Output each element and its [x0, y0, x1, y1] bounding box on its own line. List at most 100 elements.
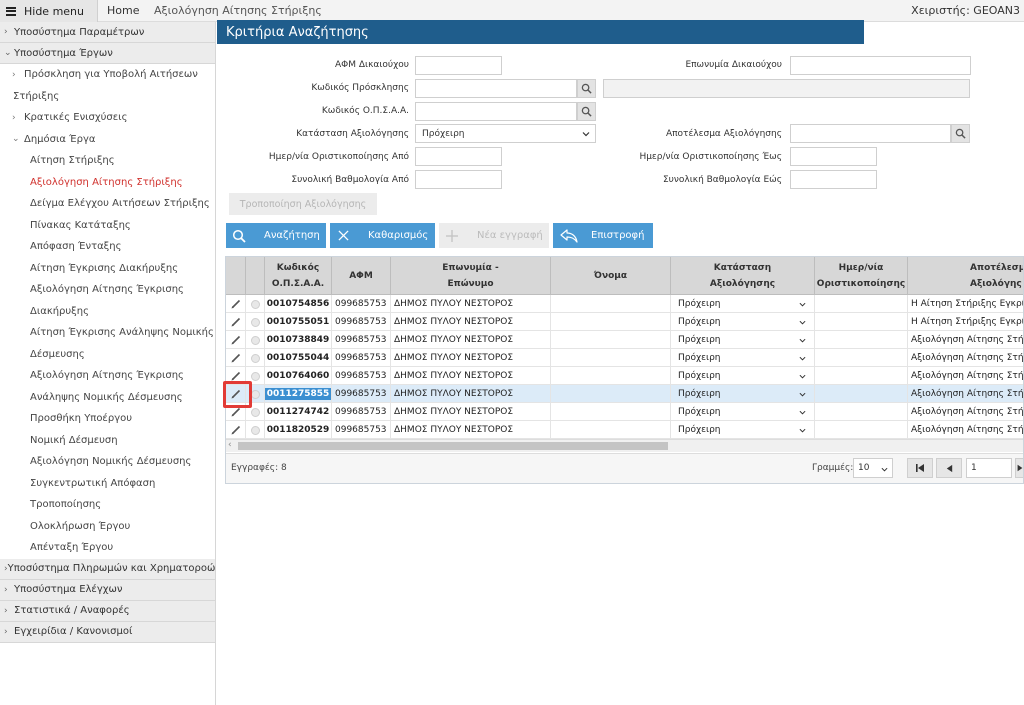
row-select-radio[interactable] — [246, 421, 265, 439]
row-edit-button[interactable] — [226, 349, 246, 367]
header-status[interactable]: Κατάσταση Αξιολόγησης — [671, 257, 815, 295]
sidebar-leaf-legal-approval-evaluation[interactable]: Αξιολόγηση Αίτησης Έγκρισης — [0, 365, 215, 387]
evaluation-status-select[interactable]: Πρόχειρη — [415, 124, 596, 143]
header-code[interactable]: Κωδικός Ο.Π.Σ.Α.Α. — [265, 257, 332, 295]
table-row[interactable]: 0010755044 099685753 ΔΗΜΟΣ ΠΥΛΟΥ ΝΕΣΤΟΡΟΣ Π… — [226, 349, 1023, 367]
pencil-icon — [231, 353, 240, 363]
row-status-select[interactable]: Πρόχειρη — [675, 331, 811, 349]
table-row[interactable]: 0010754856 099685753 ΔΗΜΟΣ ΠΥΛΟΥ ΝΕΣΤΟΡΟΣ Π… — [226, 295, 1023, 313]
sidebar-section-payments[interactable]: › Υποσύστημα Πληρωμών και Χρηματοροών — [0, 558, 215, 580]
row-status-select[interactable]: Πρόχειρη — [675, 367, 811, 385]
finalization-date-to-input[interactable] — [790, 147, 877, 166]
opsaa-code-input[interactable] — [415, 102, 577, 121]
afm-input[interactable] — [415, 56, 502, 75]
page-number-input[interactable]: 1 — [966, 458, 1012, 478]
sidebar-leaf-project-completion[interactable]: Ολοκλήρωση Έργου — [0, 516, 215, 538]
row-select-radio[interactable] — [246, 331, 265, 349]
row-select-radio[interactable] — [246, 295, 265, 313]
finalization-date-from-input[interactable] — [415, 147, 502, 166]
header-name[interactable]: Όνομα — [551, 257, 671, 295]
table-row[interactable]: 0010738849 099685753 ΔΗΜΟΣ ΠΥΛΟΥ ΝΕΣΤΟΡΟΣ Π… — [226, 331, 1023, 349]
sidebar-leaf-support-evaluation[interactable]: Αξιολόγηση Αίτησης Στήριξης — [0, 172, 215, 194]
row-edit-button[interactable] — [226, 295, 246, 313]
sidebar-section-params[interactable]: › Υποσύστημα Παραμέτρων — [0, 22, 215, 43]
table-row[interactable]: 0010755051 099685753 ΔΗΜΟΣ ΠΥΛΟΥ ΝΕΣΤΟΡΟΣ Π… — [226, 313, 1023, 331]
sidebar-leaf-support-request[interactable]: Αίτηση Στήριξης — [0, 150, 215, 172]
sidebar-leaf-ranking[interactable]: Πίνακας Κατάταξης — [0, 215, 215, 237]
header-surname[interactable]: Επωνυμία - Επώνυμο — [391, 257, 551, 295]
invitation-search-button[interactable] — [577, 79, 596, 98]
row-status-select[interactable]: Πρόχειρη — [675, 349, 811, 367]
evaluation-result-input[interactable] — [790, 124, 951, 143]
sidebar-leaf-legal-commitment-evaluation[interactable]: Αξιολόγηση Νομικής Δέσμευσης — [0, 451, 215, 473]
chevron-right-icon: › — [4, 626, 8, 637]
sidebar-section-projects[interactable]: ⌄ Υποσύστημα Έργων — [0, 43, 215, 64]
sidebar-leaf-legal-commitment-request[interactable]: Αίτηση Έγκρισης Ανάληψης Νομικής — [0, 322, 215, 344]
row-select-radio[interactable] — [246, 349, 265, 367]
afm-label: ΑΦΜ Δικαιούχου — [335, 60, 409, 70]
row-select-radio[interactable] — [246, 313, 265, 331]
sidebar-leaf-project-exclusion[interactable]: Απένταξη Έργου — [0, 537, 215, 559]
total-score-to-input[interactable] — [790, 170, 877, 189]
chevron-down-icon — [799, 338, 806, 343]
evaluation-result-search-button[interactable] — [951, 124, 970, 143]
sidebar-leaf-add-subproject[interactable]: Προσθήκη Υποέργου — [0, 408, 215, 430]
row-edit-button[interactable] — [226, 421, 246, 439]
table-row[interactable]: 0010764060 099685753 ΔΗΜΟΣ ΠΥΛΟΥ ΝΕΣΤΟΡΟΣ Π… — [226, 367, 1023, 385]
sidebar-section-stats[interactable]: › Στατιστικά / Αναφορές — [0, 600, 215, 622]
beneficiary-name-input[interactable] — [790, 56, 971, 75]
sidebar-section-checks[interactable]: › Υποσύστημα Ελέγχων — [0, 579, 215, 601]
cell-surname: ΔΗΜΟΣ ΠΥΛΟΥ ΝΕΣΤΟΡΟΣ — [391, 295, 551, 313]
row-edit-button[interactable] — [226, 331, 246, 349]
search-criteria-title: Κριτήρια Αναζήτησης — [217, 20, 864, 44]
sidebar-leaf-inclusion-decision[interactable]: Απόφαση Ένταξης — [0, 236, 215, 258]
row-edit-button[interactable] — [226, 313, 246, 331]
sidebar-leaf-tender-request[interactable]: Αίτηση Έγκρισης Διακήρυξης — [0, 258, 215, 280]
opsaa-search-button[interactable] — [577, 102, 596, 121]
modify-evaluation-button[interactable]: Τροποποίηση Αξιολόγησης — [229, 193, 377, 215]
table-row[interactable]: 0011274742 099685753 ΔΗΜΟΣ ΠΥΛΟΥ ΝΕΣΤΟΡΟΣ Π… — [226, 403, 1023, 421]
sidebar-item-invitation-cont[interactable]: Στήριξης — [0, 86, 215, 108]
sidebar-item-invitation[interactable]: › Πρόσκληση για Υποβολή Αιτήσεων — [0, 64, 215, 86]
scroll-left-icon[interactable]: ‹ — [228, 440, 232, 450]
next-page-button[interactable] — [1015, 458, 1023, 478]
sidebar-leaf-legal-commitment[interactable]: Νομική Δέσμευση — [0, 430, 215, 452]
table-row[interactable]: 0011820529 099685753 ΔΗΜΟΣ ΠΥΛΟΥ ΝΕΣΤΟΡΟΣ Π… — [226, 421, 1023, 439]
sidebar-leaf-summary-decision[interactable]: Συγκεντρωτική Απόφαση — [0, 473, 215, 495]
sidebar-leaf-legal-commitment-request-cont[interactable]: Δέσμευσης — [0, 344, 215, 366]
horizontal-scrollbar[interactable]: ‹ — [226, 439, 1023, 452]
sidebar-leaf-tender-evaluation-cont[interactable]: Διακήρυξης — [0, 301, 215, 323]
row-status-select[interactable]: Πρόχειρη — [675, 313, 811, 331]
total-score-from-input[interactable] — [415, 170, 502, 189]
header-finalization-date[interactable]: Ημερ/νία Οριστικοποίησης — [815, 257, 908, 295]
sidebar-item-state-aid[interactable]: › Κρατικές Ενισχύσεις — [0, 107, 215, 129]
header-afm[interactable]: ΑΦΜ — [332, 257, 391, 295]
row-status-select[interactable]: Πρόχειρη — [675, 421, 811, 439]
sidebar-leaf-summary-decision-cont[interactable]: Τροποποίησης — [0, 494, 215, 516]
table-row[interactable]: 0011275855 099685753 ΔΗΜΟΣ ΠΥΛΟΥ ΝΕΣΤΟΡΟΣ Π… — [226, 385, 1023, 403]
row-status-select[interactable]: Πρόχειρη — [675, 385, 811, 403]
sidebar-section-manuals[interactable]: › Εγχειρίδια / Κανονισμοί — [0, 621, 215, 643]
sidebar-leaf-legal-approval-evaluation-cont[interactable]: Ανάληψης Νομικής Δέσμευσης — [0, 387, 215, 409]
hide-menu-button[interactable]: Hide menu — [0, 0, 98, 22]
nav-home-link[interactable]: Home — [107, 4, 139, 17]
row-status-select[interactable]: Πρόχειρη — [675, 403, 811, 421]
cell-code: 0011820529 — [265, 421, 332, 439]
row-status-select[interactable]: Πρόχειρη — [675, 295, 811, 313]
previous-page-button[interactable] — [936, 458, 962, 478]
first-page-button[interactable] — [907, 458, 933, 478]
chevron-right-icon: › — [4, 584, 8, 595]
new-record-button[interactable]: Νέα εγγραφή — [439, 223, 549, 248]
sidebar-leaf-tender-evaluation[interactable]: Αξιολόγηση Αίτησης Έγκρισης — [0, 279, 215, 301]
invitation-code-input[interactable] — [415, 79, 577, 98]
row-status-value: Πρόχειρη — [678, 317, 721, 327]
sidebar-leaf-sample-check[interactable]: Δείγμα Ελέγχου Αιτήσεων Στήριξης — [0, 193, 215, 215]
search-button[interactable]: Αναζήτηση — [226, 223, 326, 248]
clear-button[interactable]: Καθαρισμός — [330, 223, 435, 248]
scrollbar-thumb[interactable] — [238, 442, 668, 450]
back-button[interactable]: Επιστροφή — [553, 223, 653, 248]
rows-per-page-select[interactable]: 10 — [853, 458, 893, 478]
header-result[interactable]: Αποτέλεσμ Αξιολόγης — [908, 257, 1023, 295]
sidebar-item-public-works[interactable]: ⌄ Δημόσια Έργα — [0, 129, 215, 151]
search-button-label: Αναζήτηση — [264, 230, 320, 241]
